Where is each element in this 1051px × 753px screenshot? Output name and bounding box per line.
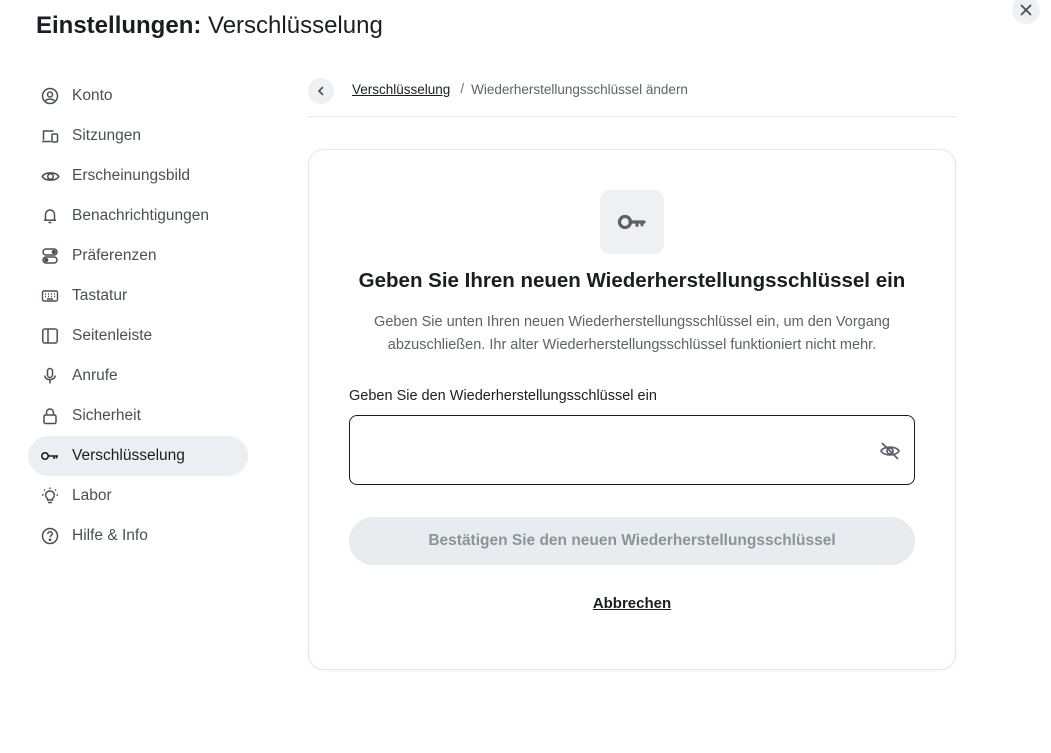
eye-off-icon	[880, 442, 900, 460]
key-icon	[40, 446, 60, 466]
sidebar-item-label: Erscheinungsbild	[72, 167, 191, 184]
sidebar-item-label: Anrufe	[72, 367, 118, 384]
sidebar-icon	[40, 326, 60, 346]
toggle-visibility-button[interactable]	[878, 439, 902, 463]
sidebar-item-konto[interactable]: Konto	[28, 76, 248, 116]
toggles-icon	[40, 246, 60, 266]
sidebar-item-label: Präferenzen	[72, 247, 157, 264]
card-title: Geben Sie Ihren neuen Wiederherstellungs…	[358, 269, 906, 292]
page-title-section: Verschlüsselung	[208, 12, 383, 39]
breadcrumb-parent-link[interactable]: Verschlüsselung	[352, 82, 450, 97]
sidebar-item-sicherheit[interactable]: Sicherheit	[28, 396, 248, 436]
page-title-prefix: Einstellungen:	[36, 12, 202, 39]
cancel-row: Abbrechen	[309, 595, 955, 612]
sidebar-item-erscheinungsbild[interactable]: Erscheinungsbild	[28, 156, 248, 196]
sidebar-item-label: Tastatur	[72, 287, 128, 304]
cancel-link[interactable]: Abbrechen	[593, 595, 671, 612]
key-icon	[617, 214, 646, 230]
recovery-key-card: Geben Sie Ihren neuen Wiederherstellungs…	[308, 149, 956, 670]
confirm-recovery-key-button[interactable]: Bestätigen Sie den neuen Wiederherstellu…	[349, 517, 915, 565]
user-circle-icon	[40, 86, 60, 106]
sidebar-item-label: Konto	[72, 87, 113, 104]
sidebar-item-tastatur[interactable]: Tastatur	[28, 276, 248, 316]
devices-icon	[40, 126, 60, 146]
back-button[interactable]	[308, 78, 334, 104]
sidebar-item-label: Verschlüsselung	[72, 447, 185, 464]
sidebar-item-benachrichtigungen[interactable]: Benachrichtigungen	[28, 196, 248, 236]
keyboard-icon	[40, 286, 60, 306]
sidebar-item-label: Hilfe & Info	[72, 527, 148, 544]
sidebar-item-label: Sitzungen	[72, 127, 141, 144]
lock-icon	[40, 406, 60, 426]
breadcrumb-separator: /	[460, 81, 465, 96]
sidebar-item-label: Seitenleiste	[72, 327, 153, 344]
sidebar-item-seitenleiste[interactable]: Seitenleiste	[28, 316, 248, 356]
sidebar-item-hilfe[interactable]: Hilfe & Info	[28, 516, 248, 556]
sidebar-item-sitzungen[interactable]: Sitzungen	[28, 116, 248, 156]
recovery-key-field-label: Geben Sie den Wiederherstellungsschlüsse…	[349, 388, 657, 404]
microphone-icon	[40, 366, 60, 386]
breadcrumb-current: Wiederherstellungsschlüssel ändern	[471, 82, 688, 97]
eye-icon	[40, 166, 60, 186]
bell-icon	[40, 206, 60, 226]
sidebar-item-label: Labor	[72, 487, 112, 504]
sidebar-item-label: Benachrichtigungen	[72, 207, 210, 224]
page-title: Einstellungen: Verschlüsselung	[36, 11, 383, 41]
recovery-key-input[interactable]	[350, 416, 914, 484]
key-icon-tile	[600, 190, 664, 254]
sidebar-item-label: Sicherheit	[72, 407, 141, 424]
chevron-left-icon	[318, 86, 324, 96]
close-icon	[1020, 4, 1032, 16]
help-circle-icon	[40, 526, 60, 546]
breadcrumb: Verschlüsselung / Wiederherstellungsschl…	[308, 78, 956, 117]
sidebar-item-labor[interactable]: Labor	[28, 476, 248, 516]
close-button[interactable]	[1012, 0, 1040, 24]
card-description: Geben Sie unten Ihren neuen Wiederherste…	[374, 314, 890, 353]
sidebar-item-praeferenzen[interactable]: Präferenzen	[28, 236, 248, 276]
settings-sidebar: Konto Sitzungen Erscheinungsbild Benachr…	[28, 76, 248, 556]
sidebar-item-verschluesselung[interactable]: Verschlüsselung	[28, 436, 248, 476]
recovery-key-field	[349, 415, 915, 485]
lightbulb-icon	[40, 486, 60, 506]
sidebar-item-anrufe[interactable]: Anrufe	[28, 356, 248, 396]
